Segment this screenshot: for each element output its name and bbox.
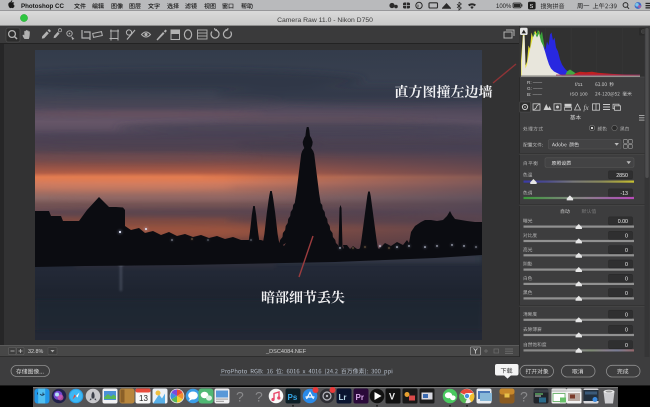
svg-text:G: ——: G: —— (527, 86, 543, 91)
svg-text:Photoshop CC: Photoshop CC (21, 3, 64, 10)
svg-text:Lr: Lr (339, 393, 347, 402)
svg-text:fx: fx (584, 104, 590, 112)
svg-text:100%: 100% (496, 4, 512, 10)
svg-text:V: V (389, 392, 395, 402)
svg-text:-13: -13 (620, 191, 628, 197)
svg-text:0: 0 (625, 312, 628, 318)
svg-text:?: ? (236, 389, 244, 405)
svg-text:?: ? (255, 389, 263, 405)
svg-text:0: 0 (625, 291, 628, 297)
svg-text:f/11: f/11 (575, 82, 583, 88)
svg-text:_DSC4084.NEF: _DSC4084.NEF (265, 349, 307, 355)
svg-text:ii: ii (417, 3, 419, 8)
svg-text:Camera Raw 11.0 - Nikon D750: Camera Raw 11.0 - Nikon D750 (277, 17, 373, 24)
svg-text:0: 0 (625, 262, 628, 268)
svg-text:Ps: Ps (288, 393, 298, 402)
svg-text:0: 0 (625, 328, 628, 334)
svg-text:0: 0 (625, 234, 628, 240)
svg-text:0.00: 0.00 (618, 219, 628, 225)
svg-text:Pr: Pr (356, 393, 364, 402)
svg-text:13: 13 (139, 394, 148, 403)
svg-text:?: ? (520, 389, 528, 405)
svg-text:0: 0 (625, 277, 628, 283)
svg-text:S: S (530, 4, 534, 10)
svg-text:ISO 100: ISO 100 (570, 92, 588, 98)
svg-text:R: ——: R: —— (527, 80, 542, 85)
svg-text:2850: 2850 (616, 173, 628, 179)
svg-text:0: 0 (625, 343, 628, 349)
svg-text:0: 0 (625, 248, 628, 254)
svg-text:B: ——: B: —— (527, 92, 542, 97)
svg-text:32.8%: 32.8% (28, 349, 43, 355)
